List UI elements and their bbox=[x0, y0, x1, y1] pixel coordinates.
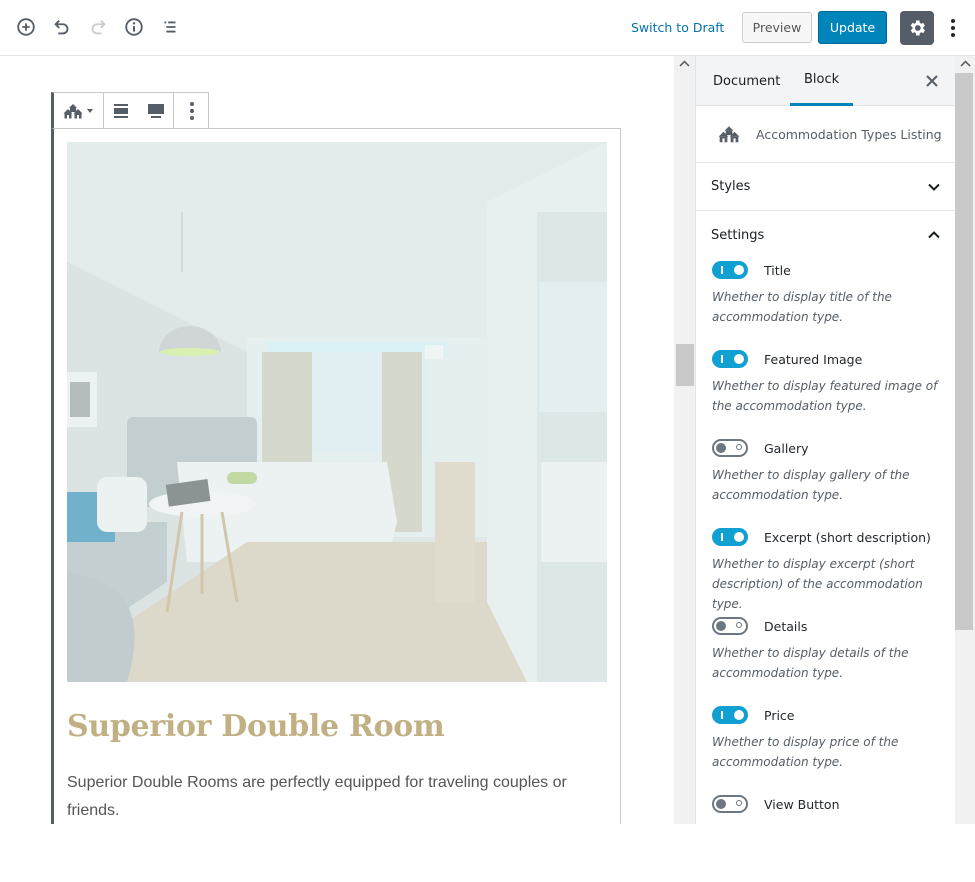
more-options-button[interactable] bbox=[174, 93, 209, 128]
alignment-group bbox=[104, 93, 174, 128]
content-structure-button[interactable] bbox=[121, 14, 147, 40]
help-text: Whether to display price of the accommod… bbox=[712, 735, 899, 769]
editor-scrollbar[interactable] bbox=[674, 56, 695, 824]
gear-icon bbox=[910, 20, 925, 36]
list-icon bbox=[164, 21, 176, 33]
editor-canvas: Superior Double Room Superior Double Roo… bbox=[0, 56, 674, 824]
info-icon bbox=[125, 18, 143, 36]
sidebar-scrollbar[interactable] bbox=[955, 56, 975, 824]
preview-button[interactable]: Preview bbox=[742, 12, 812, 43]
align-wide-button[interactable] bbox=[104, 93, 139, 128]
gallery-toggle[interactable] bbox=[712, 439, 748, 457]
dot-icon bbox=[951, 26, 955, 30]
block-navigation-button[interactable] bbox=[157, 14, 183, 40]
close-icon bbox=[926, 75, 938, 87]
dot-icon bbox=[951, 19, 955, 23]
scroll-up-icon[interactable] bbox=[960, 60, 971, 68]
accommodation-types-icon bbox=[63, 103, 83, 118]
redo-icon bbox=[91, 19, 106, 35]
caret-down-icon bbox=[87, 108, 93, 113]
featured-image-toggle[interactable] bbox=[712, 350, 748, 368]
more-options-group bbox=[174, 93, 209, 128]
room-excerpt: Superior Double Rooms are perfectly equi… bbox=[67, 774, 567, 819]
styles-panel-toggle[interactable]: Styles bbox=[696, 163, 956, 211]
add-block-button[interactable] bbox=[13, 14, 39, 40]
toggle-label: Price bbox=[764, 707, 795, 723]
close-sidebar-button[interactable] bbox=[922, 71, 942, 91]
setting-price: Price Whether to display price of the ac… bbox=[712, 704, 948, 793]
room-photo bbox=[67, 142, 607, 682]
view-button-toggle[interactable] bbox=[712, 795, 748, 813]
price-toggle[interactable] bbox=[712, 706, 748, 724]
help-text: Whether to display title of the accommod… bbox=[712, 290, 892, 324]
more-menu-button[interactable] bbox=[944, 14, 962, 42]
block-toolbar bbox=[51, 92, 209, 129]
help-text: Whether to display details of the accomm… bbox=[712, 646, 909, 680]
setting-view-button: View Button bbox=[712, 793, 948, 882]
setting-excerpt: Excerpt (short description) Whether to d… bbox=[712, 526, 948, 615]
settings-button[interactable] bbox=[900, 11, 934, 45]
dot-icon bbox=[951, 33, 955, 37]
more-vertical-icon bbox=[189, 101, 194, 120]
setting-gallery: Gallery Whether to display gallery of th… bbox=[712, 437, 948, 526]
help-text: Whether to display featured image of the… bbox=[712, 379, 938, 413]
details-toggle[interactable] bbox=[712, 617, 748, 635]
sidebar-scroll-thumb[interactable] bbox=[955, 73, 973, 630]
switch-to-draft-link[interactable]: Switch to Draft bbox=[631, 20, 724, 35]
tab-block[interactable]: Block bbox=[790, 56, 854, 106]
setting-details: Details Whether to display details of th… bbox=[712, 615, 948, 704]
update-button[interactable]: Update bbox=[818, 11, 887, 44]
sidebar-tabs: Document Block bbox=[696, 56, 956, 106]
editor-scroll-thumb[interactable] bbox=[676, 344, 694, 386]
align-wide-icon bbox=[114, 103, 129, 118]
plus-circle-icon bbox=[17, 18, 35, 36]
align-full-button[interactable] bbox=[139, 93, 174, 128]
tab-document[interactable]: Document bbox=[713, 56, 780, 106]
accommodation-types-block[interactable]: Superior Double Room Superior Double Roo… bbox=[51, 128, 621, 824]
help-text: Whether to display excerpt (short descri… bbox=[712, 557, 923, 611]
chevron-up-icon bbox=[928, 231, 940, 239]
setting-featured-image: Featured Image Whether to display featur… bbox=[712, 348, 948, 437]
toggle-label: Details bbox=[764, 618, 808, 634]
undo-button[interactable] bbox=[49, 14, 75, 40]
block-switcher-group bbox=[54, 93, 104, 128]
redo-button[interactable] bbox=[85, 14, 111, 40]
panel-divider bbox=[696, 210, 956, 211]
undo-icon bbox=[54, 19, 69, 35]
toggle-label: Title bbox=[764, 262, 791, 278]
align-full-icon bbox=[147, 103, 164, 118]
toggle-label: Excerpt (short description) bbox=[764, 529, 931, 545]
block-switcher-button[interactable] bbox=[54, 93, 103, 128]
styles-panel-title: Styles bbox=[711, 179, 751, 194]
block-card-title: Accommodation Types Listing bbox=[756, 126, 942, 142]
block-card: Accommodation Types Listing bbox=[696, 106, 956, 163]
toggle-label: Gallery bbox=[764, 440, 809, 456]
settings-list: Title Whether to display title of the ac… bbox=[712, 259, 948, 882]
featured-image bbox=[67, 142, 607, 682]
setting-title: Title Whether to display title of the ac… bbox=[712, 259, 948, 348]
room-title[interactable]: Superior Double Room bbox=[67, 709, 445, 744]
accommodation-types-icon bbox=[718, 126, 740, 143]
editor-header: Switch to Draft Preview Update bbox=[0, 0, 975, 56]
help-text: Whether to display gallery of the accomm… bbox=[712, 468, 910, 502]
settings-panel-toggle[interactable]: Settings bbox=[696, 211, 956, 259]
settings-panel-title: Settings bbox=[711, 227, 765, 243]
excerpt-toggle[interactable] bbox=[712, 528, 748, 546]
toggle-label: Featured Image bbox=[764, 351, 863, 367]
title-toggle[interactable] bbox=[712, 261, 748, 279]
toggle-label: View Button bbox=[764, 796, 840, 812]
scroll-up-icon[interactable] bbox=[679, 60, 690, 68]
settings-sidebar: Document Block Accommodation Types Listi… bbox=[695, 56, 956, 824]
chevron-down-icon bbox=[928, 183, 940, 191]
